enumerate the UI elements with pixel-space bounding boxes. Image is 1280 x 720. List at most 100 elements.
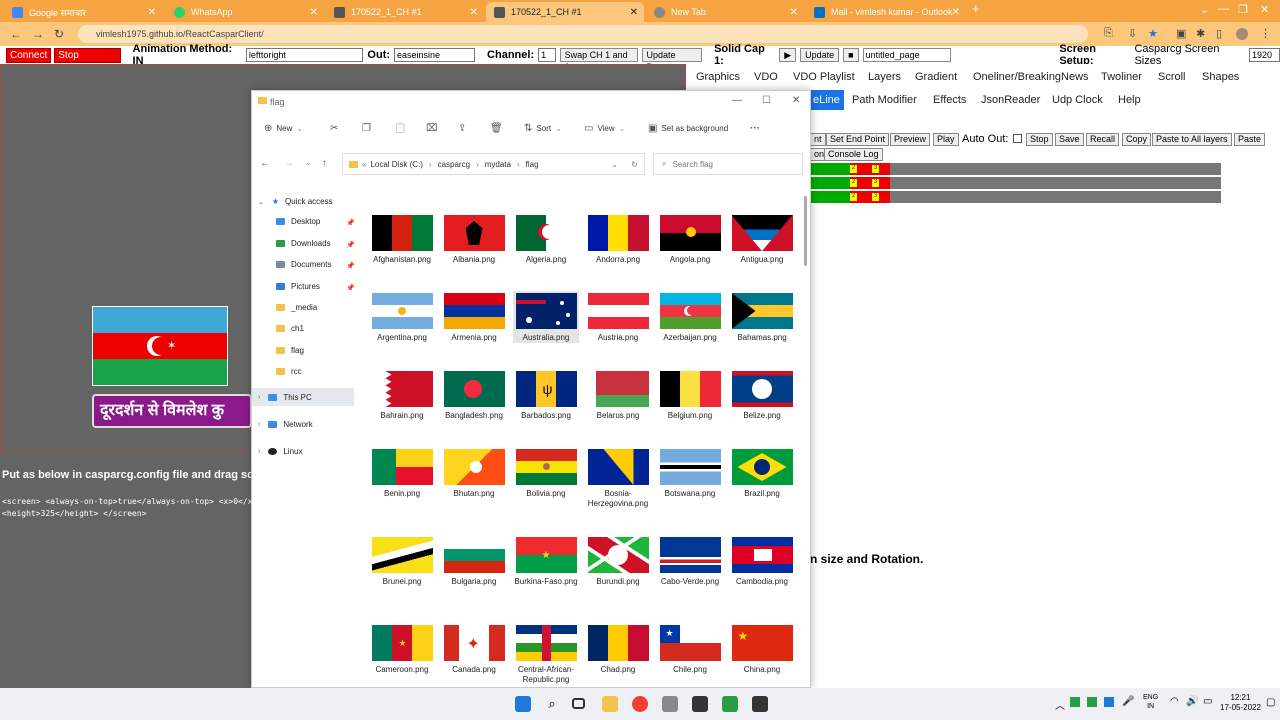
file-item[interactable]: ★ Cameroon.png — [369, 625, 435, 675]
close-icon[interactable]: ✕ — [470, 7, 478, 18]
set-end-point-button[interactable]: Set End Point — [826, 133, 890, 146]
browser-tab[interactable]: 170522_1_CH #1 ✕ — [326, 2, 484, 22]
puzzle-icon[interactable]: ✱ — [1196, 27, 1205, 40]
browser-tab-active[interactable]: 170522_1_CH #1 ✕ — [486, 2, 644, 22]
copy-icon[interactable]: ❐ — [362, 123, 375, 134]
file-item[interactable]: Burundi.png — [585, 537, 651, 587]
tree-item-pictures[interactable]: Pictures — [276, 282, 320, 291]
maximize-button[interactable]: ❐ — [1238, 3, 1248, 16]
file-item[interactable]: Azerbaijan.png — [657, 293, 723, 343]
view-button[interactable]: ▭ View ⌄ — [584, 123, 625, 134]
tab-active[interactable]: eLine — [810, 90, 844, 110]
clock[interactable]: 12:21 17-05-2022 — [1220, 693, 1261, 713]
new-tab-button[interactable]: + — [972, 1, 980, 16]
sidebar-icon[interactable]: ▯ — [1216, 27, 1222, 40]
tab-scroll[interactable]: Scroll — [1158, 71, 1186, 83]
tray-icon[interactable] — [1104, 697, 1114, 707]
close-window-button[interactable]: ✕ — [1260, 3, 1269, 16]
save-button[interactable]: Save — [1055, 133, 1084, 146]
set-background-button[interactable]: ▣ Set as background — [648, 123, 728, 134]
stop-button[interactable]: Stop — [1026, 133, 1053, 146]
file-item[interactable]: Antigua.png — [729, 215, 795, 265]
minimize-button[interactable]: — — [732, 95, 742, 106]
file-item[interactable]: Albania.png — [441, 215, 507, 265]
screen-size-select[interactable]: 1920 — [1249, 48, 1280, 62]
refresh-icon[interactable]: ↻ — [631, 160, 638, 169]
timeline-row[interactable]: 23 — [810, 177, 1221, 189]
file-item[interactable]: Argentina.png — [369, 293, 435, 343]
file-item[interactable]: Belgium.png — [657, 371, 723, 421]
file-item[interactable]: Cabo-Verde.png — [657, 537, 723, 587]
timeline-row[interactable]: 23 — [810, 163, 1221, 175]
paste-button[interactable]: Paste — [1234, 133, 1266, 146]
language-indicator[interactable]: ENG IN — [1143, 693, 1158, 711]
browser-tab[interactable]: New Tab ✕ — [646, 2, 804, 22]
preview-button[interactable]: Preview — [890, 133, 931, 146]
download-icon[interactable]: ⇩ — [1128, 27, 1137, 40]
tab-help[interactable]: Help — [1118, 94, 1141, 106]
file-item[interactable]: Bolivia.png — [513, 449, 579, 499]
app-icon[interactable] — [692, 696, 708, 712]
minimize-button[interactable]: — — [1218, 3, 1229, 15]
new-button[interactable]: ⊕ New ⌄ — [264, 123, 303, 134]
share-icon[interactable]: ⇪ — [458, 123, 470, 134]
delete-icon[interactable]: 🗑 — [490, 123, 507, 134]
file-item[interactable]: ★ Chile.png — [657, 625, 723, 675]
tree-item-flag[interactable]: flag — [276, 346, 304, 355]
back-icon[interactable]: ← — [10, 27, 22, 41]
copy-button[interactable]: Copy — [1122, 133, 1152, 146]
file-item[interactable]: Benin.png — [369, 449, 435, 499]
search-icon[interactable]: ⌕ — [544, 696, 560, 712]
maximize-button[interactable]: ☐ — [762, 95, 771, 106]
file-item[interactable]: Australia.png — [513, 291, 579, 343]
tab-vdo[interactable]: VDO — [754, 71, 778, 83]
file-item[interactable]: Belarus.png — [585, 371, 651, 421]
browser-tab[interactable]: WhatsApp ✕ — [166, 2, 324, 22]
file-item[interactable]: Belize.png — [729, 371, 795, 421]
up-icon[interactable]: ↑ — [322, 158, 327, 169]
tab-shapes[interactable]: Shapes — [1202, 71, 1239, 83]
chevron-down-icon[interactable]: ⌄ — [305, 158, 312, 167]
recall-button[interactable]: Recall — [1086, 133, 1120, 146]
forward-icon[interactable]: → — [32, 27, 44, 41]
volume-icon[interactable]: 🔊 — [1186, 696, 1198, 707]
tab-layers[interactable]: Layers — [868, 71, 901, 83]
reload-icon[interactable]: ↻ — [54, 27, 64, 41]
sort-button[interactable]: ⇅ Sort ⌄ — [524, 123, 562, 134]
more-icon[interactable]: ··· — [750, 123, 764, 134]
app-icon[interactable] — [752, 696, 768, 712]
tab-udp-clock[interactable]: Udp Clock — [1052, 94, 1103, 106]
close-button[interactable]: ✕ — [792, 95, 800, 106]
stop-icon[interactable]: ■ — [843, 48, 859, 62]
app-icon[interactable] — [722, 696, 738, 712]
tree-item-this-pc[interactable]: › This PC — [252, 388, 354, 406]
file-item[interactable]: Chad.png — [585, 625, 651, 675]
close-icon[interactable]: ✕ — [952, 7, 960, 18]
close-icon[interactable]: ✕ — [630, 7, 638, 18]
extension-icon[interactable]: ▣ — [1176, 27, 1186, 40]
file-item[interactable]: Austria.png — [585, 293, 651, 343]
scrollbar[interactable] — [804, 196, 807, 266]
file-item[interactable]: ψ Barbados.png — [513, 371, 579, 421]
browser-tab[interactable]: Google समाचार ✕ — [4, 2, 162, 22]
set-start-point-button[interactable]: nt — [810, 133, 826, 146]
file-item[interactable]: ✦ Canada.png — [441, 625, 507, 675]
file-item[interactable]: Botswana.png — [657, 449, 723, 499]
url-input[interactable]: vimlesh1975.github.io/ReactCasparClient/ — [78, 25, 1088, 43]
back-icon[interactable]: ← — [260, 158, 270, 169]
out-animation-select[interactable]: easeinsine — [394, 48, 476, 62]
tab-twoliner[interactable]: Twoliner — [1101, 71, 1142, 83]
file-item[interactable]: Bangladesh.png — [441, 371, 507, 421]
file-item[interactable]: ★ Burkina-Faso.png — [513, 537, 579, 587]
in-animation-select[interactable]: lefttoright — [245, 48, 364, 62]
tree-item-linux[interactable]: › Linux — [258, 447, 302, 456]
file-item[interactable]: Andorra.png — [585, 215, 651, 265]
tab-vdo-playlist[interactable]: VDO Playlist — [793, 71, 855, 83]
connect-button[interactable]: Connect — [6, 47, 52, 63]
close-icon[interactable]: ✕ — [148, 7, 156, 18]
close-icon[interactable]: ✕ — [310, 7, 318, 18]
tab-effects[interactable]: Effects — [933, 94, 966, 106]
file-item[interactable]: Afghanistan.png — [369, 215, 435, 265]
file-explorer-window[interactable]: flag — ☐ ✕ ⊕ New ⌄ ✂ ❐ 📋 ⌧ ⇪ 🗑 ⇅ Sort ⌄ ▭ Vie… — [251, 90, 811, 688]
play-icon[interactable]: ▶ — [779, 48, 797, 62]
